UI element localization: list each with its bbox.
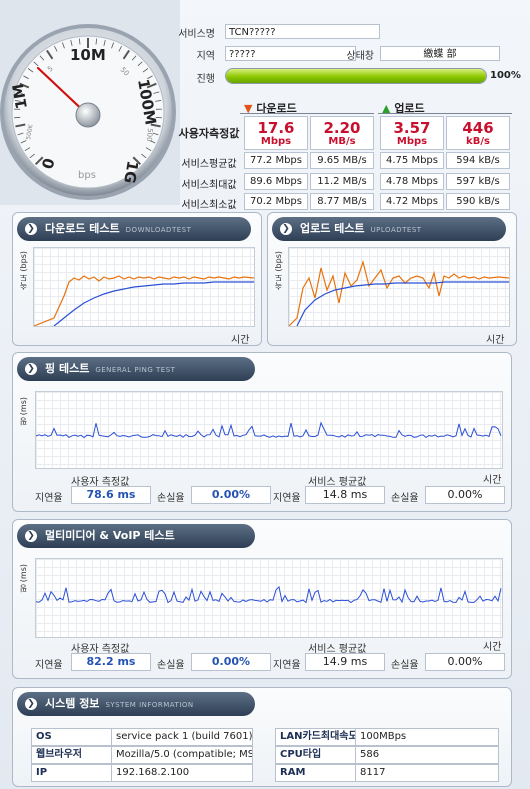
user-measure-label: 사용자측정값 xyxy=(178,127,240,140)
gauge-unit: bps xyxy=(78,170,96,181)
cpu-value: 586 xyxy=(355,746,499,764)
download-test-header: ❯ 다운로드 테스트 DOWNLOADTEST xyxy=(17,217,251,241)
upload-plot xyxy=(288,247,510,327)
ping-svc-loss: 0.00% xyxy=(425,486,505,504)
download-plot-svg xyxy=(33,275,255,327)
upload-user-line xyxy=(288,259,510,327)
ip-key: IP xyxy=(31,764,113,782)
upload-test-header: ❯ 업로드 테스트 UPLOADTEST xyxy=(272,217,506,241)
progress-percent: 100% xyxy=(490,70,521,81)
download-plot xyxy=(33,247,255,327)
gauge-hub xyxy=(75,102,101,128)
voip-svc-latency-label: 지연율 xyxy=(273,660,301,671)
voip-user-loss-label: 손실율 xyxy=(157,660,185,671)
voip-svc-latency: 14.9 ms xyxy=(305,653,385,671)
upload-service-line xyxy=(296,281,509,327)
download-MBs-cell: 2.20 MB/s xyxy=(310,116,374,150)
ping-user-loss-label: 손실율 xyxy=(157,493,185,504)
voip-test-panel: ❯ 멀티미디어 & VoIP 테스트 핑 (ms) 시간 사용자 측정값 서비스… xyxy=(12,519,512,679)
status-label: 상태창 xyxy=(346,51,374,62)
download-ylabel: 속도 (bps) xyxy=(19,251,28,291)
chevron-right-icon: ❯ xyxy=(25,530,37,542)
voip-plot-svg xyxy=(35,585,502,604)
ping-test-panel: ❯ 핑 테스트 GENERAL PING TEST 핑 (ms) 시간 사용자 측… xyxy=(12,352,512,512)
chevron-right-icon: ❯ xyxy=(25,223,37,235)
lan-key: LAN카드최대속도 xyxy=(275,728,357,746)
voip-line xyxy=(35,585,502,604)
upload-xlabel: 시간 xyxy=(486,335,505,346)
ping-plot-svg xyxy=(35,421,502,439)
voip-plot xyxy=(35,558,503,638)
cpu-key: CPU타입 xyxy=(275,746,357,764)
ram-key: RAM xyxy=(275,764,357,782)
ping-svc-latency: 14.8 ms xyxy=(305,486,385,504)
ping-user-loss: 0.00% xyxy=(191,486,271,504)
voip-xlabel: 시간 xyxy=(483,642,502,653)
chevron-right-icon: ❯ xyxy=(25,363,37,375)
speed-gauge: 0 1M 10M 100M 1G 50 500 500K 5 bps xyxy=(0,0,180,205)
voip-svc-loss-label: 손실율 xyxy=(391,660,419,671)
service-name-label: 서비스명 xyxy=(178,29,215,40)
system-info-header: ❯ 시스템 정보 SYSTEM INFORMATION xyxy=(17,692,255,716)
lan-value: 100MBps xyxy=(355,728,499,746)
progress-bar xyxy=(225,68,487,84)
browser-value: Mozilla/5.0 (compatible; MSII xyxy=(111,746,253,764)
chevron-right-icon: ❯ xyxy=(280,223,292,235)
download-test-panel: ❯ 다운로드 테스트 DOWNLOADTEST 속도 (bps) 시간 xyxy=(12,212,262,346)
chevron-right-icon: ❯ xyxy=(25,698,37,710)
service-name-field: TCN????? xyxy=(225,24,380,39)
voip-svc-loss: 0.00% xyxy=(425,653,505,671)
ping-test-header: ❯ 핑 테스트 GENERAL PING TEST xyxy=(17,357,255,381)
ping-plot xyxy=(35,391,503,469)
upload-plot-svg xyxy=(288,259,510,327)
upload-test-panel: ❯ 업로드 테스트 UPLOADTEST 속도 (bps) 시간 xyxy=(267,212,517,346)
ping-user-latency: 78.6 ms xyxy=(71,486,151,504)
region-label: 지역 xyxy=(196,51,215,62)
ping-ylabel: 핑 (ms) xyxy=(19,397,28,426)
progress-fill xyxy=(226,69,486,83)
voip-ylabel: 핑 (ms) xyxy=(19,564,28,593)
upload-ylabel: 속도 (bps) xyxy=(274,251,283,291)
os-value: service pack 1 (build 7601) xyxy=(111,728,253,746)
ip-value: 192.168.2.100 xyxy=(111,764,253,782)
download-mbps-cell: 17.6 Mbps xyxy=(244,116,308,150)
os-key: OS xyxy=(31,728,113,746)
status-field: 繳蝶 部 xyxy=(380,46,500,61)
upload-kBs-cell: 446 kB/s xyxy=(446,116,510,150)
ping-user-latency-label: 지연율 xyxy=(35,493,63,504)
voip-user-latency-label: 지연율 xyxy=(35,660,63,671)
upload-mbps-cell: 3.57 Mbps xyxy=(380,116,444,150)
download-service-line xyxy=(53,281,254,327)
gauge-label-500: 500 xyxy=(145,128,154,142)
ping-svc-loss-label: 손실율 xyxy=(391,493,419,504)
gauge-label-10M: 10M xyxy=(70,46,106,64)
progress-label: 진행 xyxy=(196,74,215,85)
download-user-line xyxy=(33,275,255,327)
ram-value: 8117 xyxy=(355,764,499,782)
ping-svc-latency-label: 지연율 xyxy=(273,493,301,504)
voip-user-loss: 0.00% xyxy=(191,653,271,671)
voip-user-latency: 82.2 ms xyxy=(71,653,151,671)
browser-key: 웹브라우저 xyxy=(31,746,113,764)
download-xlabel: 시간 xyxy=(231,335,250,346)
system-info-panel: ❯ 시스템 정보 SYSTEM INFORMATION OS service pa… xyxy=(12,687,512,787)
ping-line xyxy=(35,421,502,439)
voip-test-header: ❯ 멀티미디어 & VoIP 테스트 xyxy=(17,524,255,548)
ping-xlabel: 시간 xyxy=(483,475,502,486)
